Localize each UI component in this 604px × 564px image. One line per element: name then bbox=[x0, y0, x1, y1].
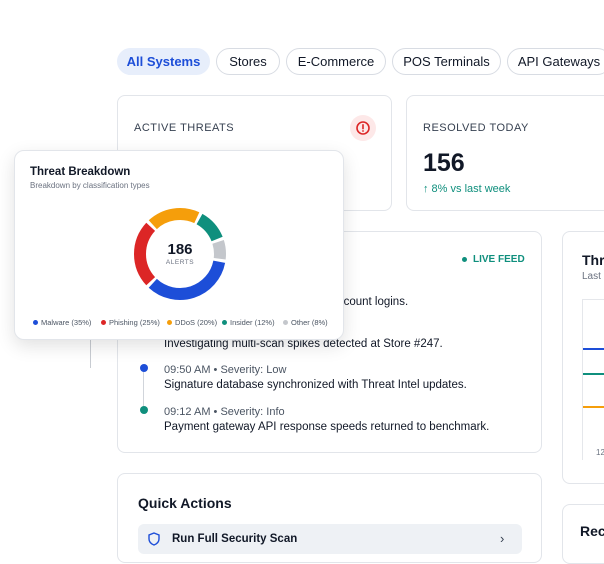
resolved-today-label: RESOLVED TODAY bbox=[423, 122, 529, 134]
quick-actions-card: Quick Actions Run Full Security Scan › bbox=[117, 473, 542, 563]
legend-ddos: DDoS (20%) bbox=[167, 318, 217, 327]
legend-malware: Malware (35%) bbox=[33, 318, 91, 327]
donut-segment-ddos bbox=[148, 208, 200, 230]
trend-line-amber bbox=[583, 406, 604, 408]
shield-icon bbox=[148, 532, 160, 551]
resolved-today-card: RESOLVED TODAY 156 ↑ 8% vs last week bbox=[406, 95, 604, 211]
alert-circle-icon bbox=[350, 115, 376, 141]
filter-tab-stores[interactable]: Stores bbox=[216, 48, 280, 75]
threat-breakdown-popup: Threat Breakdown Breakdown by classifica… bbox=[14, 150, 344, 340]
recent-card: Rec bbox=[562, 504, 604, 564]
feed-item-dot bbox=[140, 364, 148, 372]
donut-total: 186 bbox=[167, 241, 193, 258]
threat-trend-plot bbox=[582, 299, 604, 460]
threat-breakdown-subtitle: Breakdown by classification types bbox=[30, 181, 150, 190]
legend-insider: Insider (12%) bbox=[222, 318, 275, 327]
resolved-today-trend: ↑ 8% vs last week bbox=[423, 183, 511, 195]
quick-actions-title: Quick Actions bbox=[138, 495, 232, 511]
threat-breakdown-title: Threat Breakdown bbox=[30, 166, 131, 178]
run-full-security-scan-label: Run Full Security Scan bbox=[172, 533, 298, 545]
threat-trend-subtitle: Last bbox=[582, 271, 601, 282]
chevron-right-icon: › bbox=[500, 531, 505, 546]
filter-tab-all-systems[interactable]: All Systems bbox=[117, 48, 210, 75]
feed-item-message: Signature database synchronized with Thr… bbox=[164, 379, 467, 391]
threat-trend-title: Thr bbox=[582, 252, 604, 268]
trend-line-blue bbox=[583, 348, 604, 350]
live-indicator-icon bbox=[462, 257, 467, 262]
feed-item-time: 09:12 AM • Severity: Info bbox=[164, 406, 285, 418]
donut-total-label: ALERTS bbox=[165, 259, 195, 266]
active-threats-label: ACTIVE THREATS bbox=[134, 122, 235, 134]
recent-card-title: Rec bbox=[580, 523, 604, 539]
trend-line-teal bbox=[583, 373, 604, 375]
feed-timeline-line bbox=[143, 372, 144, 406]
donut-segment-insider bbox=[196, 213, 223, 242]
feed-item-message: Payment gateway API response speeds retu… bbox=[164, 421, 490, 433]
donut-segment-malware bbox=[148, 260, 226, 300]
run-full-security-scan-button[interactable]: Run Full Security Scan › bbox=[138, 524, 522, 554]
resolved-today-value: 156 bbox=[423, 149, 465, 177]
filter-tab-pos-terminals[interactable]: POS Terminals bbox=[392, 48, 501, 75]
threat-trend-tick: 12 bbox=[596, 448, 604, 457]
popup-connector-line bbox=[90, 340, 91, 368]
threat-trend-card: Thr Last 12 bbox=[562, 231, 604, 484]
feed-item-dot bbox=[140, 406, 148, 414]
legend-other: Other (8%) bbox=[283, 318, 328, 327]
feed-item-time: 09:50 AM • Severity: Low bbox=[164, 364, 287, 376]
filter-tab-api-gateways[interactable]: API Gateways bbox=[507, 48, 604, 75]
live-feed-badge: LIVE FEED bbox=[462, 254, 525, 265]
live-feed-badge-text: LIVE FEED bbox=[473, 254, 525, 265]
legend-phishing: Phishing (25%) bbox=[101, 318, 160, 327]
filter-tab-e-commerce[interactable]: E-Commerce bbox=[286, 48, 386, 75]
